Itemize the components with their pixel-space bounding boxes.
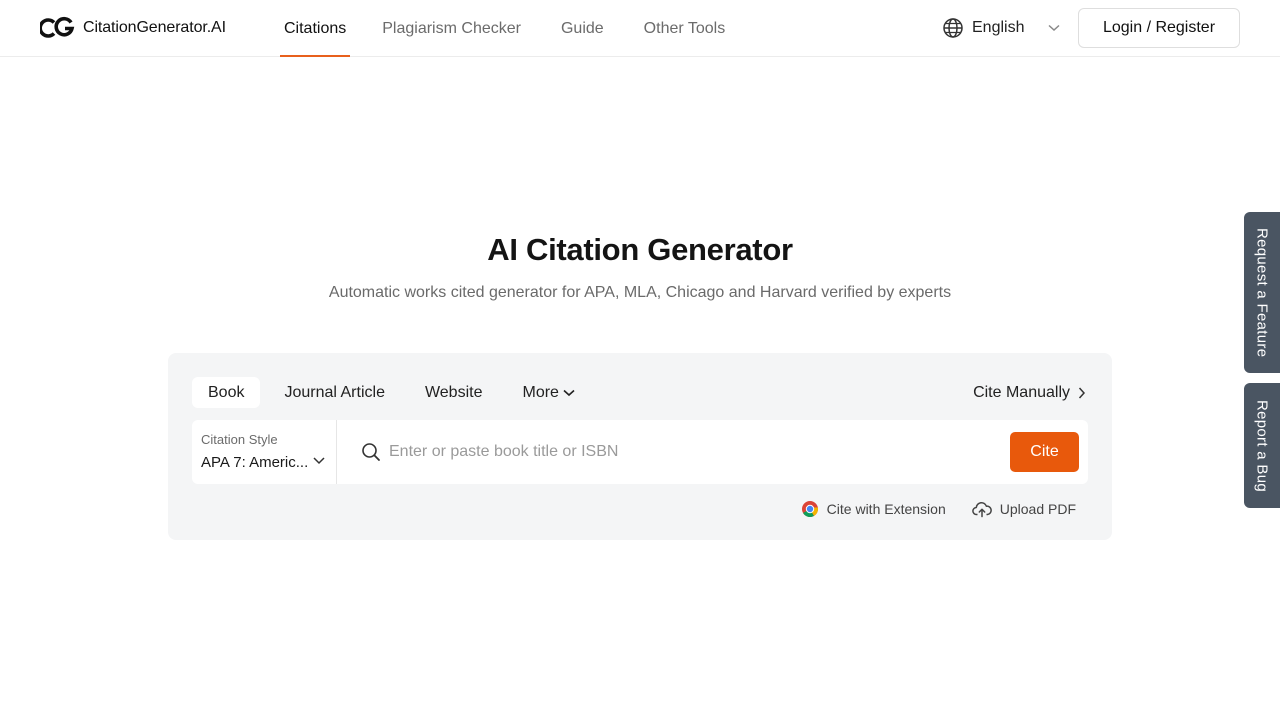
report-bug-tab[interactable]: Report a Bug xyxy=(1244,383,1280,508)
tab-website[interactable]: Website xyxy=(409,377,499,408)
report-bug-label: Report a Bug xyxy=(1253,399,1271,492)
language-label: English xyxy=(972,19,1025,36)
tab-more[interactable]: More xyxy=(506,377,590,408)
nav-plagiarism-checker[interactable]: Plagiarism Checker xyxy=(382,0,521,57)
main-nav: Citations Plagiarism Checker Guide Other… xyxy=(280,0,765,57)
search-icon xyxy=(362,443,380,461)
login-register-button[interactable]: Login / Register xyxy=(1078,8,1240,48)
chrome-icon xyxy=(801,501,818,517)
citation-style-value: APA 7: Americ... xyxy=(201,454,309,471)
chevron-down-icon xyxy=(313,457,325,465)
logo[interactable]: CitationGenerator.AI xyxy=(40,16,226,40)
cite-with-extension-button[interactable]: Cite with Extension xyxy=(801,500,946,518)
page-title: AI Citation Generator xyxy=(487,232,793,267)
citation-style-select[interactable]: Citation Style APA 7: Americ... xyxy=(192,420,337,484)
cite-with-extension-label: Cite with Extension xyxy=(826,501,946,517)
cg-logo-icon xyxy=(40,16,75,38)
brand-name: CitationGenerator.AI xyxy=(83,19,226,36)
chevron-down-icon xyxy=(1048,24,1060,32)
chevron-right-icon xyxy=(1078,386,1086,399)
upload-pdf-button[interactable]: Upload PDF xyxy=(971,500,1076,518)
citation-card: Book Journal Article Website More Cite M… xyxy=(168,353,1112,540)
language-selector[interactable]: English xyxy=(942,16,1060,40)
page-subtitle: Automatic works cited generator for APA,… xyxy=(328,284,952,301)
cite-button[interactable]: Cite xyxy=(1010,432,1079,472)
site-header: CitationGenerator.AI Citations Plagiaris… xyxy=(0,0,1280,57)
upload-pdf-label: Upload PDF xyxy=(999,501,1076,517)
search-bar: Citation Style APA 7: Americ... Cite xyxy=(192,420,1088,484)
search-input[interactable] xyxy=(389,436,989,468)
nav-citations[interactable]: Citations xyxy=(280,0,351,57)
card-extras: Cite with Extension Upload PDF xyxy=(801,500,1076,518)
source-type-tabs: Book Journal Article Website More xyxy=(192,377,599,408)
citation-style-label: Citation Style xyxy=(201,432,278,447)
tab-book[interactable]: Book xyxy=(192,377,261,408)
request-feature-tab[interactable]: Request a Feature xyxy=(1244,212,1280,373)
nav-other-tools[interactable]: Other Tools xyxy=(644,0,726,57)
chevron-down-icon xyxy=(563,389,575,396)
tab-more-label: More xyxy=(522,384,559,401)
cite-manually-label: Cite Manually xyxy=(973,383,1070,401)
nav-guide[interactable]: Guide xyxy=(561,0,604,57)
globe-icon xyxy=(943,18,963,38)
cloud-upload-icon xyxy=(971,501,992,518)
cite-manually-link[interactable]: Cite Manually xyxy=(973,377,1086,408)
request-feature-label: Request a Feature xyxy=(1253,227,1271,358)
tab-journal-article[interactable]: Journal Article xyxy=(268,377,401,408)
